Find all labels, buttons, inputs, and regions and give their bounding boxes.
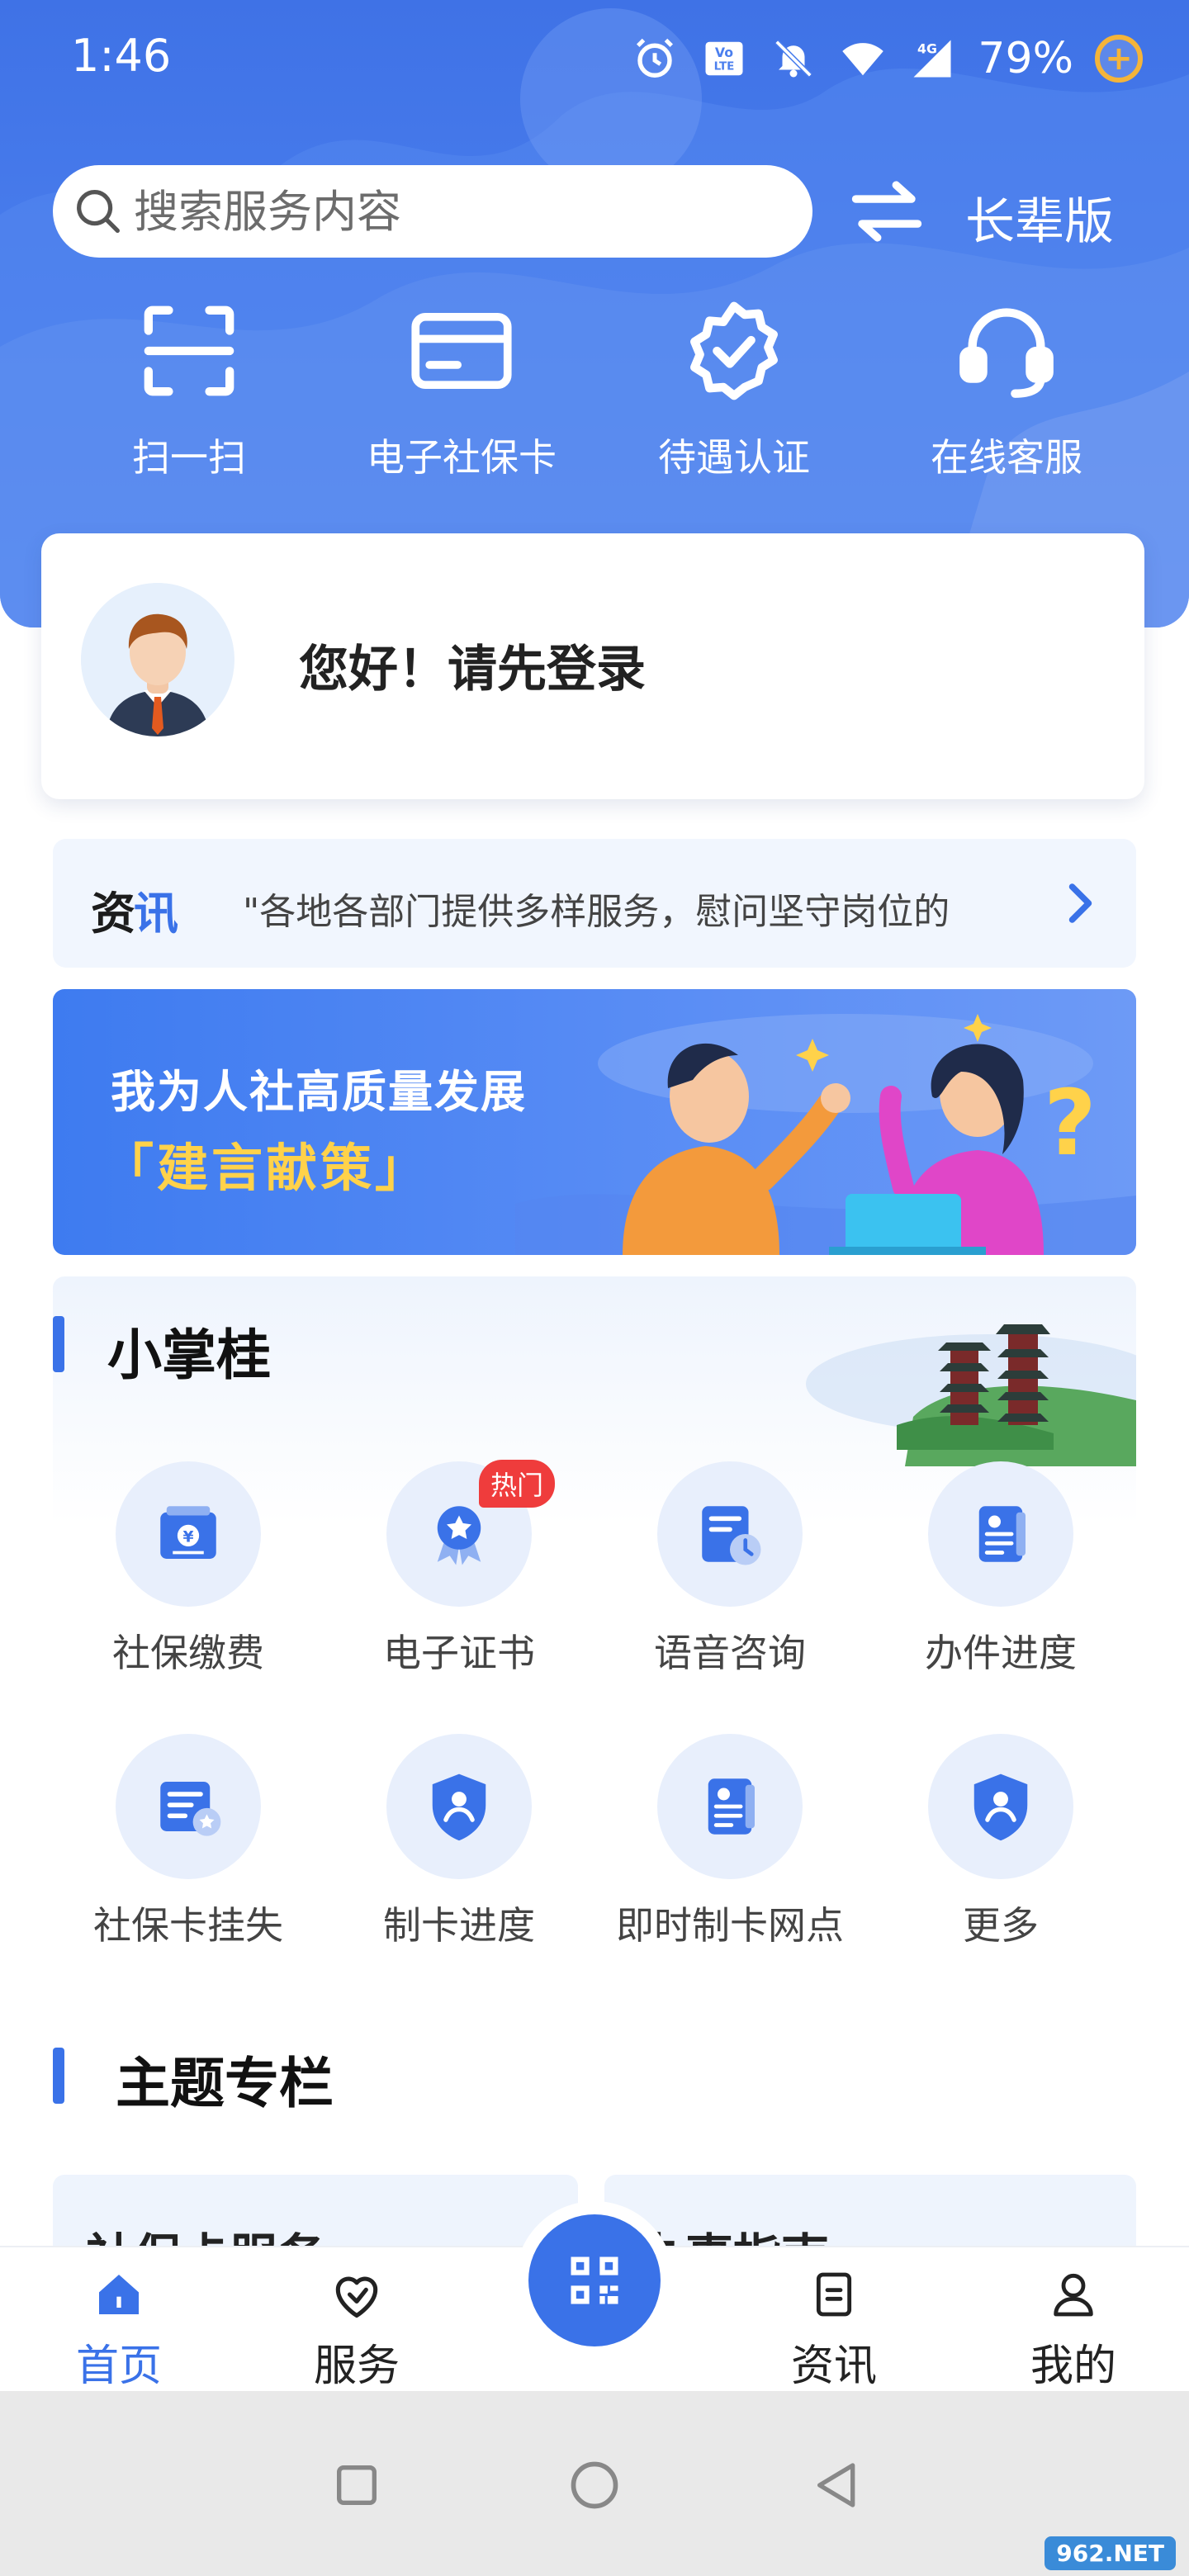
- signal-4g-icon: 4G: [908, 35, 956, 83]
- card-loss-icon: [116, 1734, 261, 1879]
- voice-consult-icon: [657, 1461, 803, 1607]
- chevron-right-icon[interactable]: [1054, 878, 1103, 928]
- svg-text:¥: ¥: [182, 1528, 193, 1546]
- status-icons: Vo LTE 4G 79% +: [631, 30, 1143, 88]
- service-more[interactable]: 更多: [865, 1734, 1136, 2006]
- headset-icon: [953, 297, 1060, 405]
- nav-label: 我的: [1030, 2342, 1116, 2391]
- service-label: 电子证书: [383, 1631, 535, 1675]
- service-payment[interactable]: ¥ 社保缴费: [53, 1461, 324, 1734]
- profile-icon: [1044, 2266, 1103, 2323]
- quick-action-scan[interactable]: 扫一扫: [53, 297, 325, 495]
- progress-doc-icon: [928, 1461, 1073, 1607]
- nav-label: 首页: [75, 2342, 162, 2391]
- service-label: 语音咨询: [654, 1631, 806, 1675]
- nav-news[interactable]: 资讯: [751, 2247, 917, 2393]
- payment-icon: ¥: [116, 1461, 261, 1607]
- quick-action-ecard[interactable]: 电子社保卡: [325, 297, 598, 495]
- svg-text:?: ?: [1044, 1070, 1097, 1176]
- system-navigation-bar: 962.NET: [0, 2391, 1189, 2576]
- wifi-icon: [839, 35, 887, 83]
- site-watermark: 962.NET: [1045, 2536, 1176, 2570]
- service-card-outlet[interactable]: 即时制卡网点: [594, 1734, 865, 2006]
- quick-action-verify[interactable]: 待遇认证: [598, 297, 870, 495]
- status-time: 1:46: [71, 30, 172, 82]
- pagoda-illustration: [806, 1324, 1136, 1466]
- login-card[interactable]: 您好！请先登录: [41, 533, 1144, 799]
- card-progress-icon: [386, 1734, 532, 1879]
- quick-action-label: 在线客服: [931, 435, 1082, 480]
- card-icon: [408, 297, 515, 405]
- status-bar: 1:46 Vo LTE 4G 79% +: [0, 0, 1189, 116]
- verified-badge-icon: [680, 297, 788, 405]
- service-label: 更多: [963, 1903, 1039, 1948]
- nav-home[interactable]: 首页: [36, 2247, 201, 2393]
- qr-code-button[interactable]: [528, 2214, 661, 2346]
- hot-badge: 热门: [479, 1460, 556, 1508]
- card-outlet-icon: [657, 1734, 803, 1879]
- service-label: 社保卡挂失: [93, 1903, 283, 1948]
- quick-action-label: 扫一扫: [132, 435, 246, 480]
- nav-profile[interactable]: 我的: [991, 2247, 1156, 2393]
- service-progress[interactable]: 办件进度: [865, 1461, 1136, 1734]
- qr-code-icon: [571, 2256, 618, 2304]
- recent-apps-button[interactable]: [327, 2455, 386, 2515]
- service-voice-consult[interactable]: 语音咨询: [594, 1461, 865, 1734]
- nav-label: 资讯: [790, 2342, 877, 2391]
- news-ticker[interactable]: 资讯 "各地各部门提供多样服务，慰问坚守岗位的: [53, 839, 1136, 968]
- section-accent-bar: [53, 1316, 64, 1372]
- banner-title: 我为人社高质量发展: [111, 1066, 527, 1118]
- service-label: 制卡进度: [383, 1903, 535, 1948]
- battery-saver-icon: +: [1095, 35, 1143, 83]
- back-button[interactable]: [808, 2455, 867, 2515]
- search-input[interactable]: [134, 185, 794, 238]
- news-tag: 资讯: [91, 888, 178, 940]
- service-icon: [327, 2266, 386, 2323]
- section-accent-bar: [53, 2048, 64, 2104]
- service-card-loss[interactable]: 社保卡挂失: [53, 1734, 324, 2006]
- search-icon: [77, 190, 120, 233]
- search-box[interactable]: [53, 165, 812, 258]
- mini-services-section: 小掌桂 ¥ 社保缴费 热门 电子证书 语音咨询 办件进度 社保卡挂失 制卡进度 …: [53, 1276, 1136, 1986]
- service-label: 社保缴费: [112, 1631, 264, 1675]
- section-title: 小掌桂: [107, 1324, 271, 1387]
- svg-text:LTE: LTE: [714, 60, 735, 73]
- alarm-icon: [631, 35, 679, 83]
- elder-mode-button[interactable]: 长辈版: [965, 182, 1114, 253]
- news-icon: [804, 2266, 864, 2323]
- quick-actions: 扫一扫 电子社保卡 待遇认证 在线客服: [0, 297, 1189, 495]
- volte-icon: Vo LTE: [700, 35, 748, 83]
- news-headline[interactable]: "各地各部门提供多样服务，慰问坚守岗位的: [243, 882, 950, 935]
- service-label: 办件进度: [925, 1631, 1077, 1675]
- search-row: 长辈版: [53, 165, 1143, 258]
- quick-action-support[interactable]: 在线客服: [870, 297, 1143, 495]
- login-prompt[interactable]: 您好！请先登录: [299, 629, 646, 701]
- svg-text:4G: 4G: [917, 40, 937, 56]
- more-icon: [928, 1734, 1073, 1879]
- mini-services-grid: ¥ 社保缴费 热门 电子证书 语音咨询 办件进度 社保卡挂失 制卡进度 即时制卡…: [53, 1460, 1136, 2006]
- scan-icon: [135, 297, 243, 405]
- promo-banner[interactable]: 我为人社高质量发展 「建言献策」 ?: [53, 989, 1136, 1255]
- avatar[interactable]: [81, 583, 234, 736]
- battery-percent: 79%: [978, 34, 1073, 83]
- quick-action-label: 电子社保卡: [367, 435, 557, 480]
- section-title: 主题专栏: [116, 2052, 334, 2115]
- nav-service[interactable]: 服务: [274, 2247, 439, 2393]
- mute-icon: [770, 35, 817, 83]
- banner-subtitle: 「建言献策」: [102, 1138, 430, 1198]
- service-certificate[interactable]: 热门 电子证书: [324, 1460, 594, 1734]
- quick-action-label: 待遇认证: [658, 435, 810, 480]
- banner-illustration: ?: [515, 1014, 1136, 1255]
- svg-text:Vo: Vo: [715, 45, 733, 60]
- home-icon: [89, 2266, 149, 2323]
- service-card-progress[interactable]: 制卡进度: [324, 1734, 594, 2006]
- switch-icon[interactable]: [850, 177, 924, 246]
- service-label: 即时制卡网点: [616, 1903, 844, 1948]
- nav-label: 服务: [313, 2342, 400, 2391]
- home-button[interactable]: [565, 2455, 624, 2515]
